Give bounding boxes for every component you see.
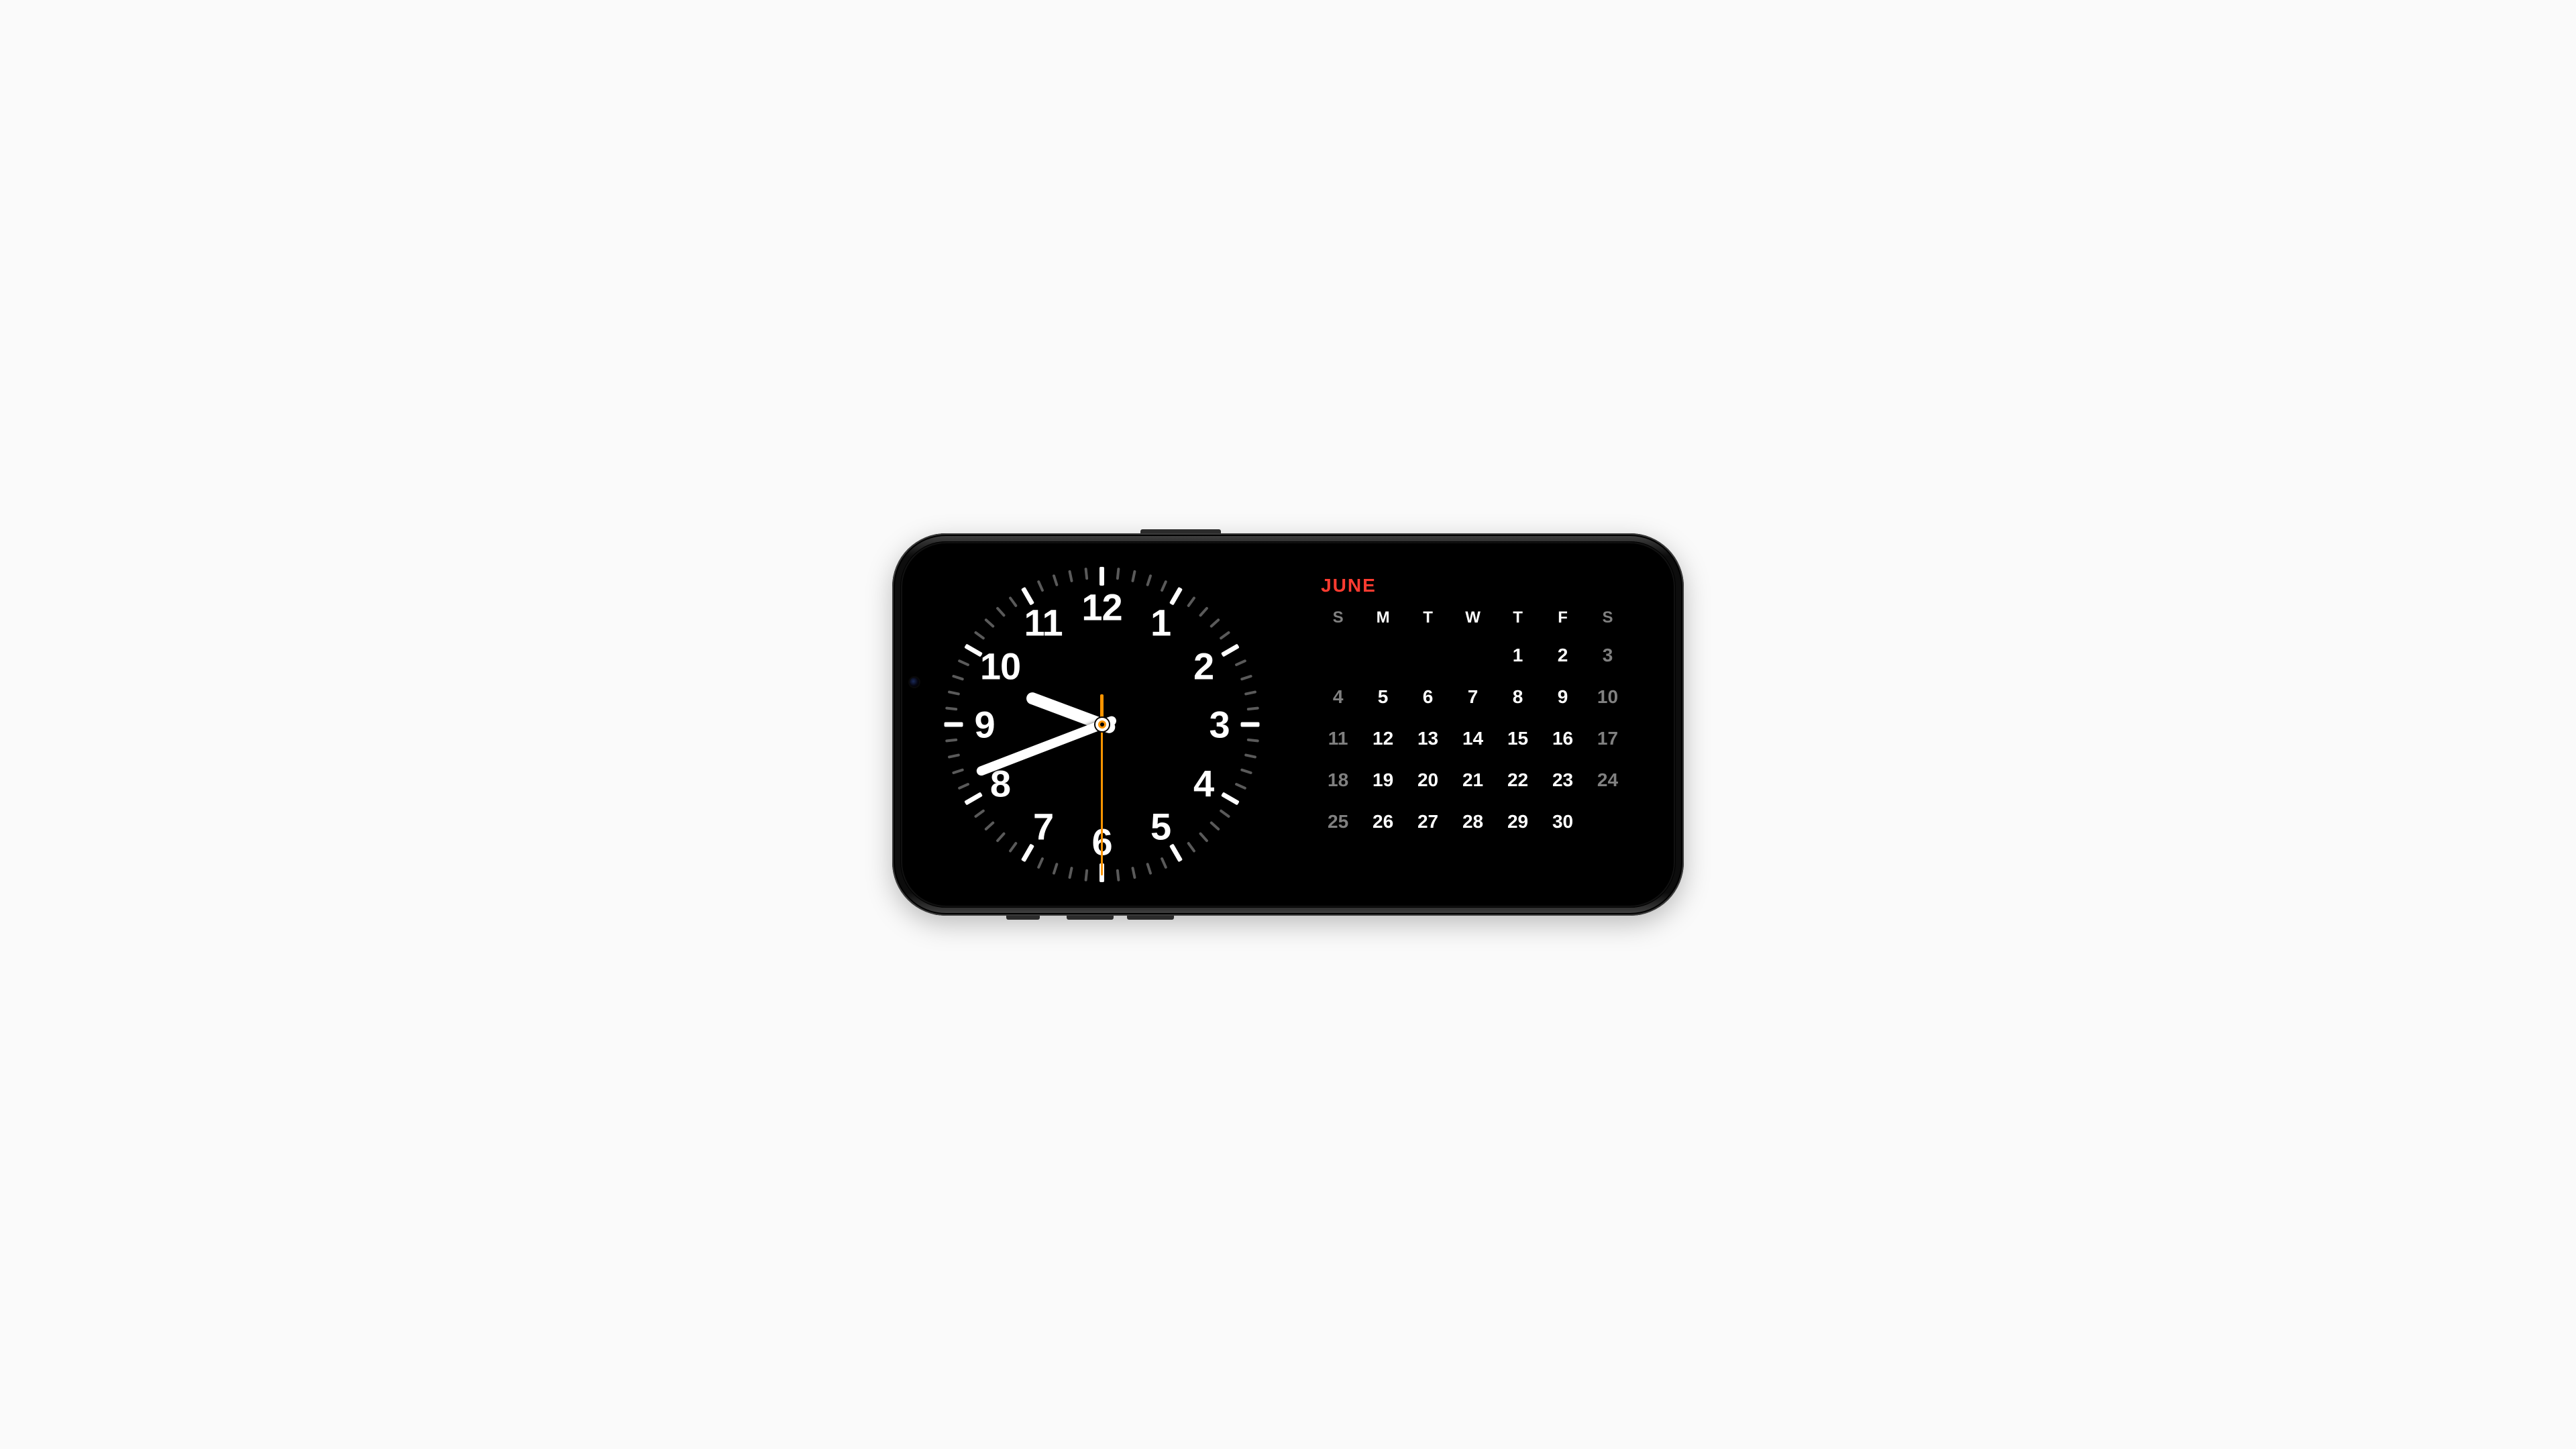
calendar-day[interactable]: 15 xyxy=(1497,725,1539,752)
calendar-month-label: JUNE xyxy=(1321,575,1629,596)
clock-center-hub xyxy=(1095,718,1109,731)
calendar-day[interactable]: 10 xyxy=(1587,684,1629,710)
calendar-day[interactable]: 1 xyxy=(1497,642,1539,669)
calendar-day[interactable]: 19 xyxy=(1362,767,1404,794)
calendar-day[interactable]: 7 xyxy=(1452,684,1494,710)
calendar-day[interactable]: 2 xyxy=(1542,642,1584,669)
calendar-day[interactable]: 13 xyxy=(1407,725,1449,752)
volume-down-button[interactable] xyxy=(1127,916,1174,920)
iphone-device-frame: 121234567891011 JUNE SMTWTFS123456789101… xyxy=(892,533,1684,916)
clock-minute-hand xyxy=(975,720,1104,777)
calendar-day[interactable]: 17 xyxy=(1587,725,1629,752)
calendar-grid: SMTWTFS123456789101112131415161718192021… xyxy=(1317,608,1629,835)
calendar-day[interactable]: 22 xyxy=(1497,767,1539,794)
calendar-day[interactable]: 27 xyxy=(1407,808,1449,835)
calendar-day[interactable]: 25 xyxy=(1317,808,1359,835)
calendar-day[interactable]: 29 xyxy=(1497,808,1539,835)
calendar-day[interactable]: 4 xyxy=(1317,684,1359,710)
calendar-day-of-week: F xyxy=(1542,608,1584,627)
standby-screen[interactable]: 121234567891011 JUNE SMTWTFS123456789101… xyxy=(900,541,1676,908)
calendar-day[interactable]: 6 xyxy=(1407,684,1449,710)
calendar-day[interactable]: 28 xyxy=(1452,808,1494,835)
analog-clock-face: 121234567891011 xyxy=(945,567,1260,882)
volume-up-button[interactable] xyxy=(1067,916,1114,920)
calendar-day[interactable]: 9 xyxy=(1542,684,1584,710)
calendar-day[interactable]: 12 xyxy=(1362,725,1404,752)
power-button[interactable] xyxy=(1140,529,1221,533)
clock-widget[interactable]: 121234567891011 xyxy=(900,541,1303,908)
calendar-day[interactable]: 18 xyxy=(1317,767,1359,794)
calendar-day[interactable]: 11 xyxy=(1317,725,1359,752)
calendar-day-of-week: S xyxy=(1587,608,1629,627)
calendar-day[interactable]: 20 xyxy=(1407,767,1449,794)
calendar-day-of-week: M xyxy=(1362,608,1404,627)
clock-second-hand xyxy=(1101,724,1103,875)
calendar-day[interactable]: 24 xyxy=(1587,767,1629,794)
calendar-day-today[interactable]: 5 xyxy=(1362,684,1404,710)
calendar-day[interactable]: 3 xyxy=(1587,642,1629,669)
calendar-day-of-week: T xyxy=(1407,608,1449,627)
calendar-widget[interactable]: JUNE SMTWTFS1234567891011121314151617181… xyxy=(1303,541,1676,908)
calendar-day[interactable]: 21 xyxy=(1452,767,1494,794)
action-button[interactable] xyxy=(1006,916,1040,920)
calendar-day[interactable]: 23 xyxy=(1542,767,1584,794)
calendar-day-of-week: T xyxy=(1497,608,1539,627)
calendar-day-of-week: S xyxy=(1317,608,1359,627)
calendar-day[interactable]: 30 xyxy=(1542,808,1584,835)
calendar-day-of-week: W xyxy=(1452,608,1494,627)
calendar-day[interactable]: 8 xyxy=(1497,684,1539,710)
calendar-day[interactable]: 26 xyxy=(1362,808,1404,835)
calendar-day[interactable]: 14 xyxy=(1452,725,1494,752)
calendar-day[interactable]: 16 xyxy=(1542,725,1584,752)
